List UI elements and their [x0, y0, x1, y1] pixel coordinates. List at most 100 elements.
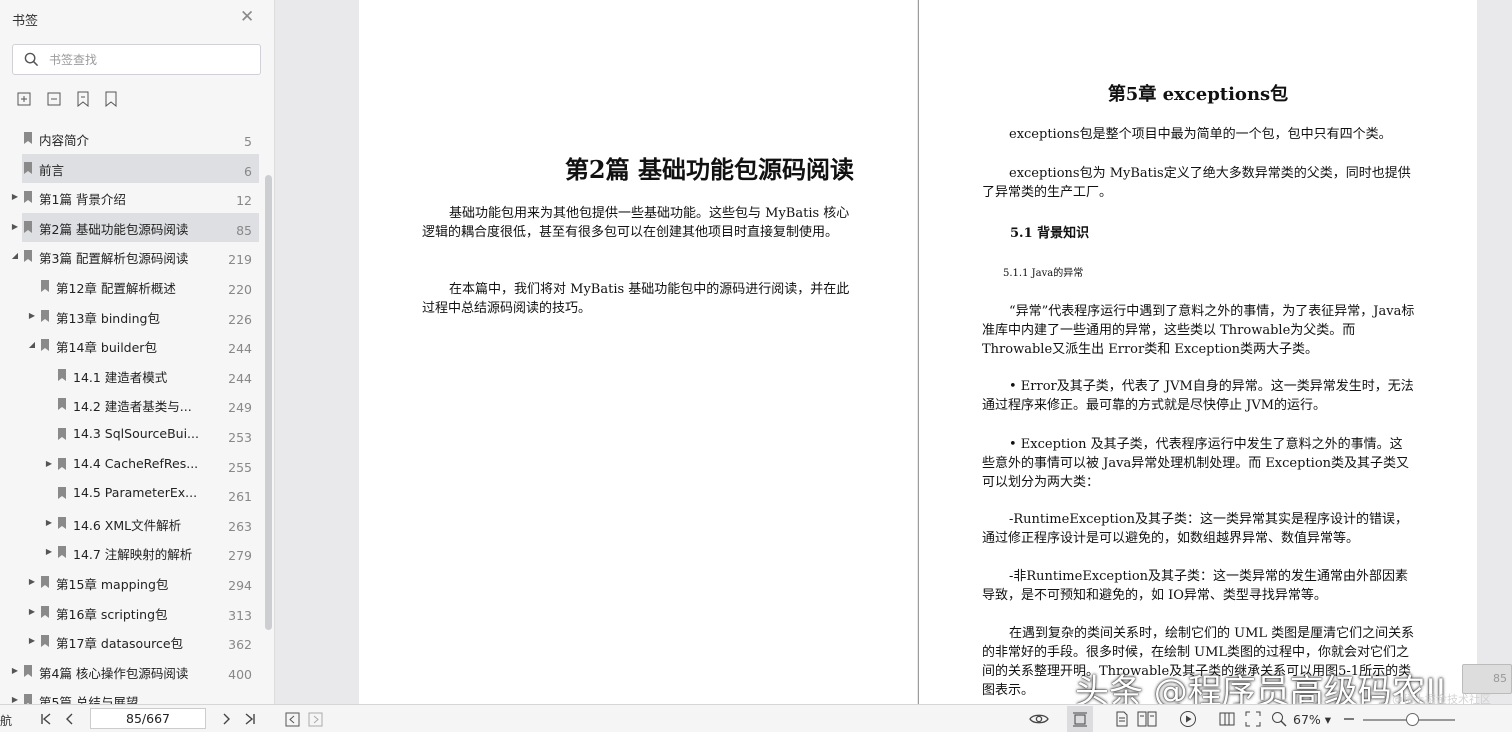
single-page-icon[interactable] [1070, 709, 1090, 729]
eye-icon[interactable] [1028, 709, 1050, 729]
bookmark-item-page: 255 [228, 459, 252, 475]
collapse-arrow-icon[interactable]: ▶ [10, 695, 20, 704]
collapse-arrow-icon[interactable]: ▶ [44, 547, 54, 557]
two-page-icon[interactable] [1136, 709, 1158, 729]
bookmark-item[interactable]: ▶ 14.4 CacheRefRes... 255 [0, 450, 262, 479]
bookmark-item-icon [24, 250, 32, 263]
page-indicator-chip: 85 [1462, 664, 1512, 694]
expand-arrow-icon[interactable]: ◢ [27, 340, 37, 350]
bookmark-item-page: 313 [228, 607, 252, 623]
paragraph: exceptions包为 MyBatis定义了绝大多数异常类的父类，同时也提供了… [982, 166, 1411, 200]
bookmark-item-page: 12 [236, 193, 252, 209]
collapse-arrow-icon[interactable]: ▶ [27, 607, 37, 617]
zoom-level[interactable]: 67% ▾ [1293, 712, 1331, 727]
fit-width-icon[interactable] [1218, 709, 1236, 729]
bookmark-item-label: 内容简介 [39, 133, 90, 148]
bookmark-item-icon [41, 605, 49, 618]
bookmark-item-icon [41, 280, 49, 292]
bookmark-item-icon [58, 546, 66, 559]
bookmark-item[interactable]: ◢ 第3篇 配置解析包源码阅读 219 [0, 242, 262, 271]
bookmark-item-label: 第5篇 总结与展望 [39, 695, 139, 704]
bookmark-item-page: 279 [228, 548, 252, 564]
collapse-arrow-icon[interactable]: ▶ [10, 192, 20, 202]
bookmark-item-label: 第17章 datasource包 [56, 636, 184, 652]
sidebar-scrollbar[interactable] [265, 175, 272, 630]
expand-arrow-icon[interactable]: ◢ [10, 251, 20, 261]
bookmark-item-page: 261 [228, 489, 252, 505]
bookmark-tree: 内容简介 5 前言 6 ▶ 第1篇 背景介绍 12 ▶ 第2篇 基础功能包源码阅读 85 ◢ 第3篇 … [0, 124, 262, 704]
bookmark-item-page: 85 [236, 222, 252, 238]
paragraph: “异常”代表程序运行中遇到了意料之外的事情，为了表征异常，Java标准库中内建了… [982, 304, 1415, 357]
bookmark-item[interactable]: ◢ 第14章 builder包 244 [0, 331, 262, 360]
bookmark-item-page: 220 [228, 282, 252, 297]
zoom-icon[interactable] [1270, 709, 1288, 729]
bookmark-item-page: 253 [228, 430, 252, 445]
collapse-arrow-icon[interactable]: ▶ [27, 636, 37, 646]
bookmark-item[interactable]: ▶ 第5篇 总结与展望 [0, 686, 262, 704]
back-icon[interactable] [283, 709, 301, 729]
bookmark-item-label: 第14章 builder包 [56, 340, 157, 356]
last-page-icon[interactable] [242, 709, 258, 729]
delete-bookmark-icon[interactable] [44, 88, 64, 110]
next-page-icon[interactable] [218, 709, 234, 729]
bookmark-item[interactable]: ▶ 第1篇 背景介绍 12 [0, 183, 262, 212]
collapse-arrow-icon[interactable]: ▶ [44, 518, 54, 528]
first-page-icon[interactable] [38, 709, 54, 729]
bookmark-item[interactable]: 14.2 建造者基类与... 249 [0, 390, 262, 419]
bookmark-item-label: 14.3 SqlSourceBui... [73, 426, 199, 441]
fit-page-icon[interactable] [1244, 709, 1262, 729]
bookmark-item-label: 第16章 scripting包 [56, 606, 168, 622]
bookmark-item[interactable]: ▶ 第16章 scripting包 313 [0, 598, 262, 627]
close-icon[interactable]: ✕ [240, 8, 254, 26]
bookmark-item[interactable]: ▶ 第2篇 基础功能包源码阅读 85 [0, 212, 262, 242]
bookmark-item-label: 第12章 配置解析概述 [56, 281, 176, 296]
bookmark-item-icon [58, 487, 66, 500]
bookmark-item-icon [58, 398, 66, 411]
bookmark-item[interactable]: 前言 6 [0, 153, 262, 183]
bookmark-item-label: 第15章 mapping包 [56, 577, 169, 592]
collapse-arrow-icon[interactable]: ▶ [27, 577, 37, 587]
section-heading: 5.1 背景知识 [1010, 226, 1090, 241]
bookmark-item[interactable]: 14.3 SqlSourceBui... 253 [0, 420, 262, 449]
bookmark-item-icon [24, 664, 32, 677]
bookmark-item[interactable]: ▶ 14.7 注解映射的解析 279 [0, 538, 262, 567]
bookmark-item[interactable]: ▶ 14.6 XML文件解析 263 [0, 509, 262, 538]
paragraph: 基础功能包用来为其他包提供一些基础功能。这些包与 MyBatis 核心逻辑的耦合… [422, 206, 850, 240]
bookmark-item-page: 219 [228, 252, 252, 268]
subsection-heading: 5.1.1 Java的异常 [1003, 268, 1084, 279]
bookmark-search-input[interactable] [49, 51, 249, 69]
bookmark-item[interactable]: ▶ 第17章 datasource包 362 [0, 627, 262, 656]
play-icon[interactable] [1178, 709, 1198, 729]
bookmark-icon[interactable] [73, 88, 93, 110]
collapse-arrow-icon[interactable]: ▶ [10, 222, 20, 232]
bookmark-item[interactable]: 14.5 ParameterEx... 261 [0, 479, 262, 508]
paragraph: -RuntimeException及其子类：这一类异常其实是程序设计的错误，通过… [982, 512, 1409, 546]
bookmark-item[interactable]: 内容简介 5 [0, 124, 262, 153]
bookmark-item-page: 5 [244, 134, 252, 149]
bookmark-item[interactable]: 第12章 配置解析概述 220 [0, 272, 262, 301]
continuous-page-icon[interactable] [1113, 709, 1131, 729]
page-left: 第2篇 基础功能包源码阅读 基础功能包用来为其他包提供一些基础功能。这些包与 M… [359, 0, 917, 704]
bookmark-item-label: 第4篇 核心操作包源码阅读 [39, 665, 189, 681]
bookmark-item[interactable]: ▶ 第15章 mapping包 294 [0, 568, 262, 597]
prev-page-icon[interactable] [62, 709, 78, 729]
bookmark-item-label: 第13章 binding包 [56, 310, 160, 326]
bookmark-item-label: 14.5 ParameterEx... [73, 485, 198, 501]
paragraph: -非RuntimeException及其子类：这一类异常的发生通常由外部因素导致… [982, 569, 1409, 603]
page-number-input[interactable]: 85/667 [90, 708, 206, 729]
bookmark-search[interactable] [12, 44, 261, 75]
bookmark-item[interactable]: ▶ 第13章 binding包 226 [0, 302, 262, 331]
add-bookmark-icon[interactable] [14, 88, 34, 110]
collapse-arrow-icon[interactable]: ▶ [44, 459, 54, 469]
collapse-arrow-icon[interactable]: ▶ [10, 666, 20, 676]
bookmark-item-label: 前言 [39, 162, 65, 178]
zoom-out-icon[interactable] [1341, 709, 1357, 729]
collapse-arrow-icon[interactable]: ▶ [27, 311, 37, 321]
bookmark-item-label: 第1篇 背景介绍 [39, 192, 126, 208]
zoom-slider-handle[interactable] [1406, 713, 1419, 726]
bookmark-outline-icon[interactable] [101, 88, 121, 110]
chapter-heading: 第5章 exceptions包 [1107, 84, 1289, 105]
forward-icon[interactable] [306, 709, 324, 729]
bookmark-item[interactable]: ▶ 第4篇 核心操作包源码阅读 400 [0, 657, 262, 686]
bookmark-item[interactable]: 14.1 建造者模式 244 [0, 361, 262, 390]
